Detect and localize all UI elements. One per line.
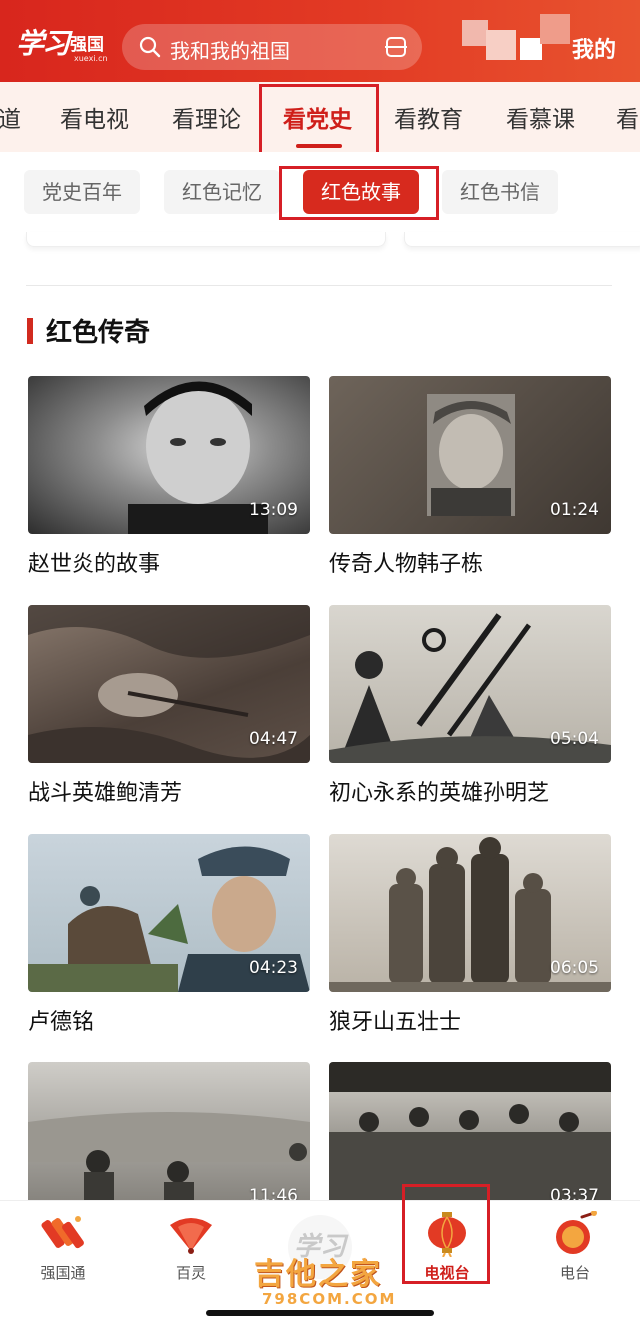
video-thumbnail[interactable]: 04:23 <box>28 834 310 992</box>
video-thumbnail[interactable]: 04:47 <box>28 605 310 763</box>
video-duration: 13:09 <box>249 500 298 520</box>
video-title[interactable]: 战斗英雄鲍清芳 <box>28 775 182 807</box>
nav-radio[interactable]: 电台 <box>520 1211 630 1285</box>
blurred-area <box>540 14 570 44</box>
highlight-box-subtab <box>279 166 439 220</box>
video-card[interactable]: 01:24 传奇人物韩子栋 <box>329 376 611 586</box>
card-bottom-edge <box>26 232 386 247</box>
watermark: 吉他之家 <box>254 1257 382 1292</box>
section-title: 红色传奇 <box>46 318 151 348</box>
xuexi-logo[interactable]: 学习 强国 xuexi.cn <box>16 22 108 66</box>
logo-script: 学习 <box>16 27 70 60</box>
video-thumbnail[interactable]: 01:24 <box>329 376 611 534</box>
search-placeholder: 我和我的祖国 <box>170 39 290 63</box>
video-duration: 06:05 <box>550 958 599 978</box>
tab-theory[interactable]: 看理论 <box>172 100 241 134</box>
bottom-navigation: 强国通 百灵 学习 吉他之家 798COM.COM 电视台 电台 <box>0 1200 640 1318</box>
video-duration: 04:23 <box>249 958 298 978</box>
firecracker-icon <box>41 1216 84 1249</box>
video-title[interactable]: 狼牙山五壮士 <box>329 1004 461 1036</box>
divider <box>26 285 612 286</box>
video-card[interactable]: 13:09 赵世炎的故事 <box>28 376 310 586</box>
tab-partial-right[interactable]: 看 <box>616 100 639 134</box>
search-icon <box>139 36 161 58</box>
highlight-box-nav <box>402 1184 490 1284</box>
blurred-area <box>462 20 488 46</box>
nav-label: 百灵 <box>175 1264 206 1282</box>
mine-button[interactable]: 我的 <box>572 32 616 64</box>
video-card[interactable]: 06:05 狼牙山五壮士 <box>329 834 611 1044</box>
menu-icon[interactable] <box>384 35 408 59</box>
subtab-red-memory[interactable]: 红色记忆 <box>164 170 280 214</box>
video-duration: 05:04 <box>550 729 599 749</box>
card-bottom-edge <box>404 232 640 247</box>
logo-domain: xuexi.cn <box>74 54 108 63</box>
video-thumbnail[interactable]: 13:09 <box>28 376 310 534</box>
video-title[interactable]: 初心永系的英雄孙明芝 <box>329 775 549 807</box>
nav-label: 强国通 <box>40 1264 86 1282</box>
search-bar[interactable]: 我和我的祖国 <box>122 24 422 70</box>
video-thumbnail[interactable]: 05:04 <box>329 605 611 763</box>
tab-education[interactable]: 看教育 <box>394 100 463 134</box>
video-card[interactable]: 03:37 <box>329 1062 611 1220</box>
tab-mooc[interactable]: 看慕课 <box>506 100 575 134</box>
tab-tv[interactable]: 看电视 <box>60 100 129 134</box>
subtab-red-letters[interactable]: 红色书信 <box>442 170 558 214</box>
video-card[interactable]: 04:23 卢德铭 <box>28 834 310 1044</box>
drum-icon <box>556 1211 597 1254</box>
section-accent-bar <box>27 318 33 344</box>
video-duration: 04:47 <box>249 729 298 749</box>
video-card[interactable]: 11:46 <box>28 1062 310 1220</box>
video-duration: 01:24 <box>550 500 599 520</box>
blurred-area <box>520 38 542 60</box>
video-title[interactable]: 卢德铭 <box>28 1004 94 1036</box>
nav-qiangguotong[interactable]: 强国通 <box>8 1211 118 1285</box>
nav-label: 电台 <box>559 1264 590 1282</box>
video-thumbnail[interactable]: 06:05 <box>329 834 611 992</box>
video-card[interactable]: 05:04 初心永系的英雄孙明芝 <box>329 605 611 815</box>
blurred-area <box>486 30 516 60</box>
app-header: 学习 强国 xuexi.cn 我和我的祖国 我的 <box>0 0 640 82</box>
watermark-domain: 798COM.COM <box>262 1290 397 1308</box>
nav-bailing[interactable]: 百灵 <box>136 1211 246 1285</box>
video-thumbnail[interactable]: 11:46 <box>28 1062 310 1220</box>
highlight-box-tab <box>259 84 379 156</box>
home-indicator[interactable] <box>206 1310 434 1316</box>
video-card[interactable]: 04:47 战斗英雄鲍清芳 <box>28 605 310 815</box>
logo-brand: 强国 <box>70 35 104 55</box>
subtab-party-century[interactable]: 党史百年 <box>24 170 140 214</box>
fan-icon <box>170 1218 212 1254</box>
tab-partial-left[interactable]: 道 <box>0 100 21 134</box>
video-title[interactable]: 传奇人物韩子栋 <box>329 546 483 578</box>
video-title[interactable]: 赵世炎的故事 <box>28 546 160 578</box>
